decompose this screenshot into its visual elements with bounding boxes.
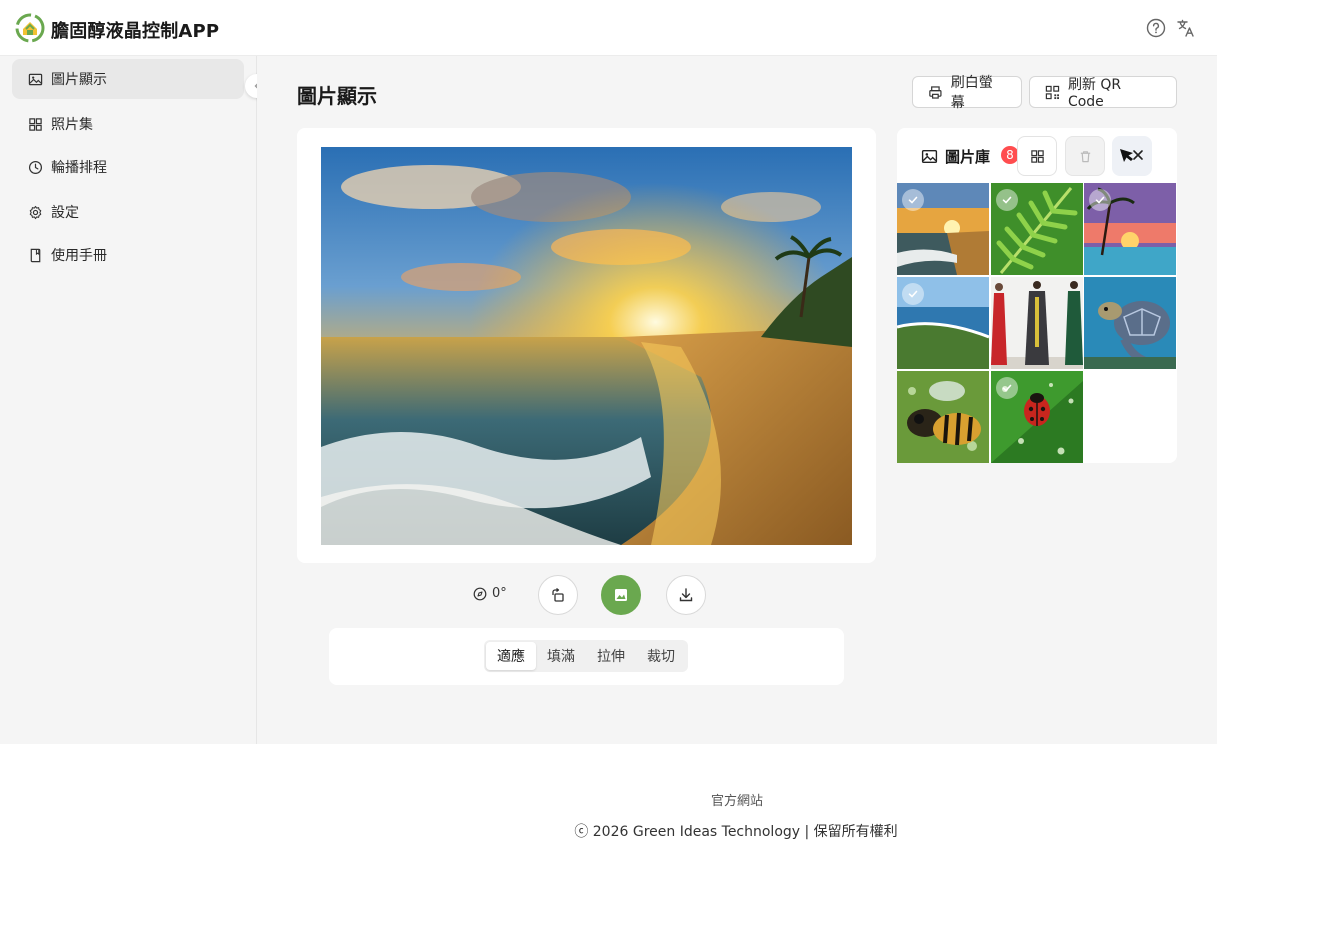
- fit-mode-fit[interactable]: 適應: [486, 642, 536, 670]
- app-logo-icon: [15, 13, 45, 43]
- download-icon: [679, 588, 693, 602]
- translate-icon[interactable]: [1175, 17, 1197, 39]
- qr-code-icon: [1045, 85, 1060, 99]
- book-icon: [30, 248, 41, 262]
- sidebar-item-label: 設定: [51, 205, 79, 221]
- gallery-close-selection-button[interactable]: [1112, 136, 1152, 176]
- check-icon: [996, 377, 1018, 399]
- gallery-thumb-coastline[interactable]: [897, 277, 989, 369]
- refresh-screen-button[interactable]: 刷白螢幕: [912, 75, 1022, 111]
- gallery-thumb-fashion-models[interactable]: [991, 277, 1083, 369]
- gallery-thumb-palm-sunset[interactable]: [1084, 183, 1176, 275]
- clock-icon: [28, 160, 43, 174]
- sidebar-item-label: 輪播排程: [51, 160, 107, 176]
- refresh-screen-label: 刷白螢幕: [950, 75, 993, 111]
- rotation-value: 0°: [492, 586, 507, 601]
- grid-icon: [29, 117, 42, 131]
- fit-mode-segmented: 適應 填滿 拉伸 裁切: [484, 640, 688, 672]
- copyright-text: ⓒ 2026 Green Ideas Technology | 保留所有權利: [574, 824, 898, 840]
- help-icon[interactable]: [1145, 17, 1167, 39]
- fit-mode-stretch[interactable]: 拉伸: [586, 642, 636, 670]
- sidebar-item-carousel-schedule[interactable]: 輪播排程: [12, 147, 244, 187]
- sidebar-item-image-display[interactable]: 圖片顯示: [12, 59, 244, 99]
- gallery-title: 圖片庫: [921, 146, 990, 167]
- rotate-button[interactable]: [538, 575, 578, 615]
- sidebar-item-settings[interactable]: 設定: [12, 192, 244, 232]
- gallery-thumb-sea-turtle[interactable]: [1084, 277, 1176, 369]
- gallery-thumb-bee-macro[interactable]: [897, 371, 989, 463]
- check-icon: [902, 283, 924, 305]
- check-icon: [996, 189, 1018, 211]
- fit-mode-fill[interactable]: 填滿: [536, 642, 586, 670]
- gallery-delete-button[interactable]: [1065, 136, 1105, 176]
- gallery-thumb-ladybug-leaf[interactable]: [991, 371, 1083, 463]
- grid-icon: [1030, 149, 1044, 163]
- sidebar-item-label: 使用手冊: [51, 248, 107, 264]
- gallery-grid-view-button[interactable]: [1017, 136, 1057, 176]
- app-header: 膽固醇液晶控制APP: [0, 0, 1217, 56]
- rotation-indicator: 0°: [473, 586, 507, 601]
- gallery-thumb-fern-leaf[interactable]: [991, 183, 1083, 275]
- sidebar-item-user-manual[interactable]: 使用手冊: [12, 235, 244, 275]
- image-icon: [28, 73, 43, 85]
- trash-icon: [1080, 150, 1090, 162]
- gallery-title-label: 圖片庫: [945, 148, 991, 166]
- app-title: 膽固醇液晶控制APP: [51, 21, 220, 42]
- check-icon: [1089, 189, 1111, 211]
- gallery-thumb-beach-sunset[interactable]: [897, 183, 989, 275]
- preview-image: [321, 147, 852, 545]
- image-icon: [921, 149, 938, 164]
- cursor-close-icon: [1120, 149, 1143, 162]
- refresh-qr-code-button[interactable]: 刷新 QR Code: [1029, 76, 1177, 110]
- display-image-button[interactable]: [601, 575, 641, 615]
- gear-icon: [29, 205, 42, 219]
- sidebar-item-photo-album[interactable]: 照片集: [12, 104, 244, 144]
- printer-icon: [929, 85, 942, 99]
- refresh-qr-code-label: 刷新 QR Code: [1067, 77, 1122, 110]
- compass-icon: [473, 587, 487, 600]
- page-title: 圖片顯示: [297, 84, 377, 108]
- check-icon: [902, 189, 924, 211]
- download-button[interactable]: [666, 575, 706, 615]
- sidebar-item-label: 照片集: [51, 117, 93, 133]
- rotate-icon: [552, 587, 564, 602]
- fit-mode-crop[interactable]: 裁切: [636, 642, 686, 670]
- sidebar-item-label: 圖片顯示: [51, 72, 107, 88]
- official-website-link[interactable]: 官方網站: [0, 790, 1333, 809]
- image-chart-icon: [615, 589, 627, 601]
